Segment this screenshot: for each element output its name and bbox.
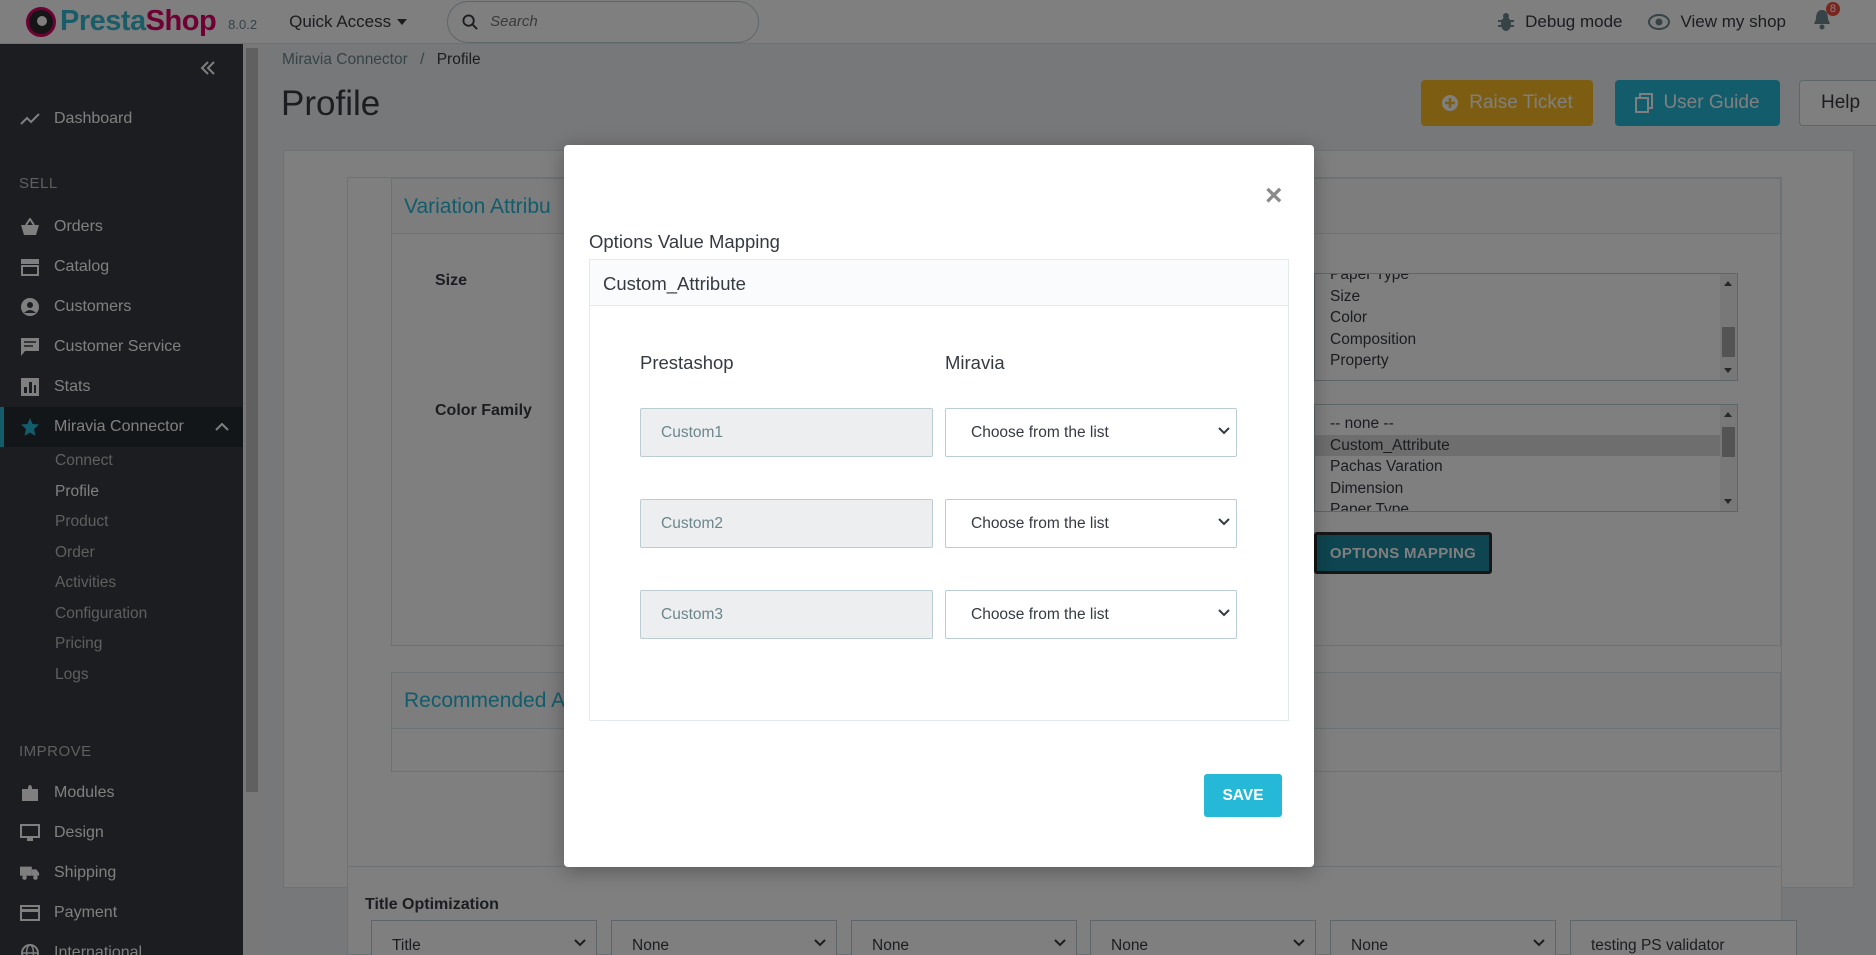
miravia-value-select-3[interactable]: Choose from the list	[945, 590, 1237, 639]
chevron-down-icon	[1218, 609, 1230, 617]
prestashop-column-header: Prestashop	[640, 352, 734, 373]
miravia-column-header: Miravia	[945, 352, 1005, 373]
options-value-mapping-modal: × Options Value Mapping Custom_Attribute…	[564, 145, 1314, 867]
chevron-down-icon	[1218, 427, 1230, 435]
miravia-select-value: Choose from the list	[971, 514, 1109, 532]
prestashop-value-field-3: Custom3	[640, 590, 933, 639]
close-icon[interactable]: ×	[1265, 181, 1283, 211]
miravia-select-value: Choose from the list	[971, 423, 1109, 441]
miravia-value-select-1[interactable]: Choose from the list	[945, 408, 1237, 457]
chevron-down-icon	[1218, 518, 1230, 526]
prestashop-value-field-1: Custom1	[640, 408, 933, 457]
miravia-select-value: Choose from the list	[971, 605, 1109, 623]
modal-label: Options Value Mapping	[589, 231, 780, 252]
mapping-card: Custom_Attribute	[589, 259, 1289, 721]
miravia-value-select-2[interactable]: Choose from the list	[945, 499, 1237, 548]
save-button[interactable]: SAVE	[1204, 774, 1282, 817]
prestashop-value-field-2: Custom2	[640, 499, 933, 548]
mapping-card-title: Custom_Attribute	[590, 260, 1288, 306]
